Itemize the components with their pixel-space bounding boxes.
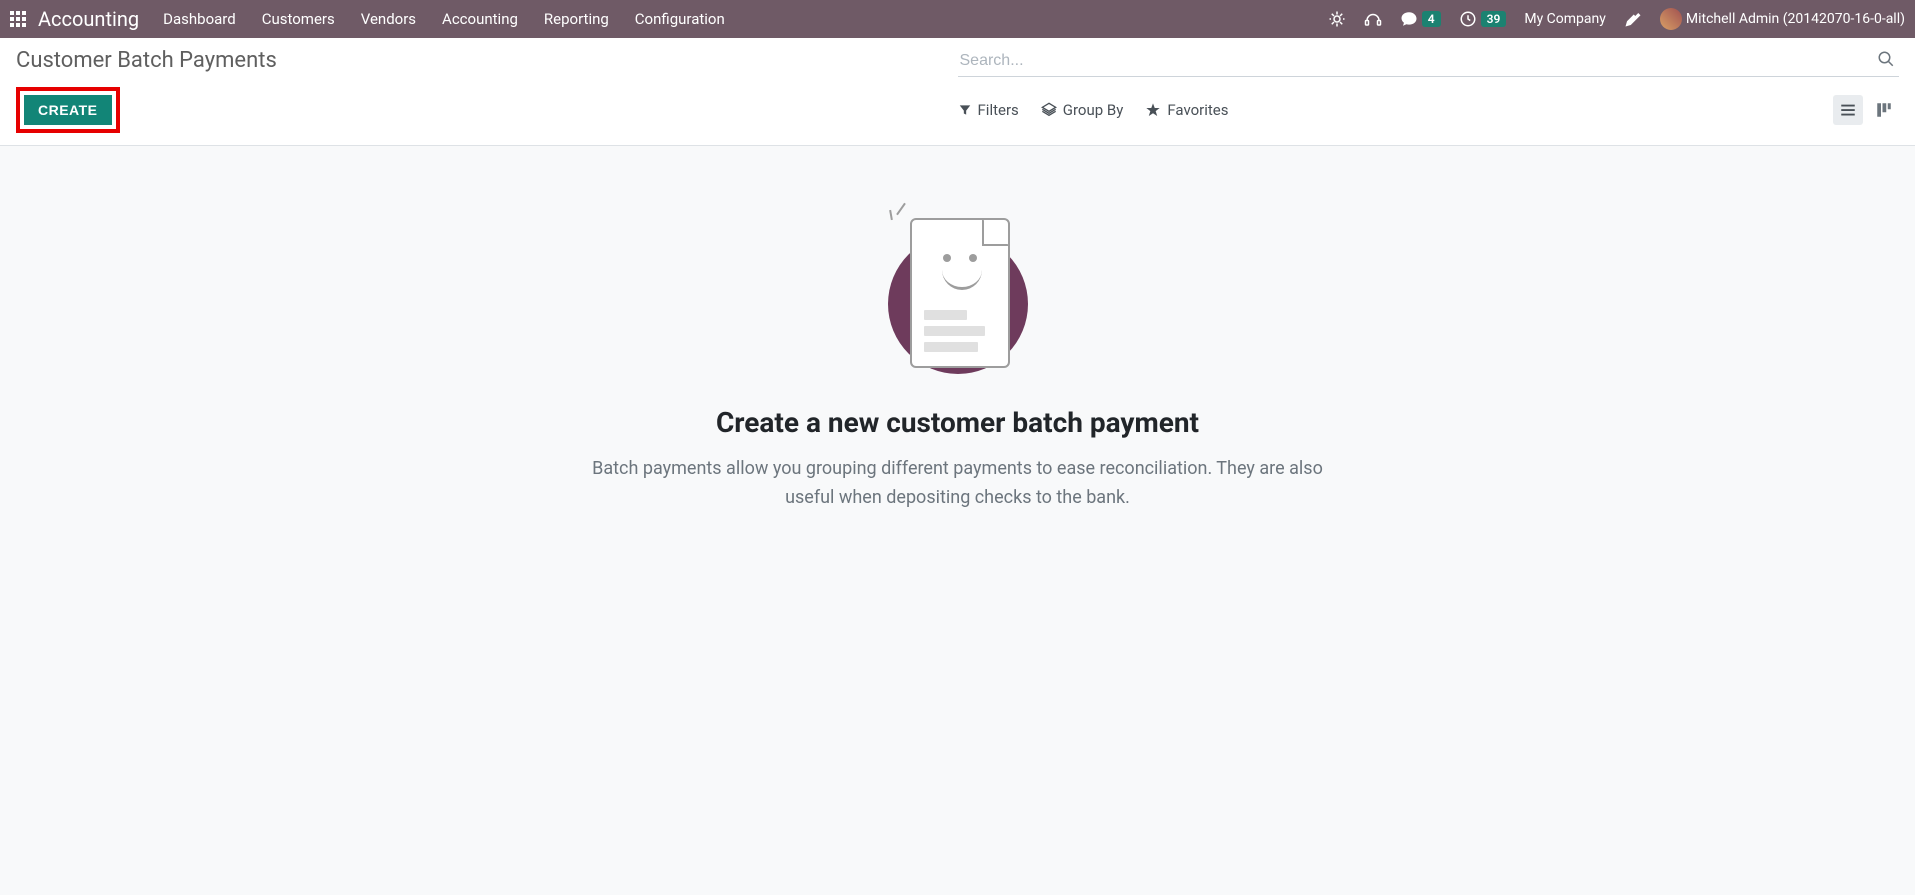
nav-customers[interactable]: Customers bbox=[262, 10, 335, 28]
app-brand[interactable]: Accounting bbox=[38, 7, 139, 31]
content-area: Create a new customer batch payment Batc… bbox=[0, 146, 1915, 573]
nav-reporting[interactable]: Reporting bbox=[544, 10, 609, 28]
user-menu[interactable]: Mitchell Admin (20142070-16-0-all) bbox=[1660, 8, 1905, 30]
list-view-button[interactable] bbox=[1833, 95, 1863, 125]
layers-icon bbox=[1041, 102, 1057, 118]
groupby-button[interactable]: Group By bbox=[1041, 101, 1124, 119]
breadcrumb: Customer Batch Payments bbox=[16, 48, 958, 77]
filter-icon bbox=[958, 103, 972, 117]
create-button[interactable]: CREATE bbox=[24, 95, 112, 125]
control-panel: Customer Batch Payments CREATE Filters G… bbox=[0, 38, 1915, 146]
highlight-annotation: CREATE bbox=[16, 87, 120, 133]
search-icon[interactable] bbox=[1877, 50, 1895, 68]
nav-accounting[interactable]: Accounting bbox=[442, 10, 518, 28]
nav-configuration[interactable]: Configuration bbox=[635, 10, 725, 28]
top-nav: Accounting Dashboard Customers Vendors A… bbox=[0, 0, 1915, 38]
view-switcher bbox=[1833, 95, 1899, 125]
search-wrap bbox=[958, 48, 1900, 77]
filters-button[interactable]: Filters bbox=[958, 101, 1019, 119]
nav-dashboard[interactable]: Dashboard bbox=[163, 10, 236, 28]
messages-icon[interactable]: 4 bbox=[1400, 10, 1441, 28]
avatar bbox=[1660, 8, 1682, 30]
nav-menu: Dashboard Customers Vendors Accounting R… bbox=[163, 10, 725, 28]
debug-icon[interactable] bbox=[1328, 10, 1346, 28]
search-options: Filters Group By Favorites bbox=[958, 101, 1229, 119]
cp-left-buttons: CREATE bbox=[16, 87, 958, 133]
company-switcher[interactable]: My Company bbox=[1524, 11, 1606, 27]
apps-icon[interactable] bbox=[10, 11, 26, 27]
search-input[interactable] bbox=[958, 48, 1900, 77]
favorites-button[interactable]: Favorites bbox=[1145, 101, 1228, 119]
activities-icon[interactable]: 39 bbox=[1459, 10, 1507, 28]
list-icon bbox=[1839, 101, 1857, 119]
nav-right: 4 39 My Company Mitchell Admin (20142070… bbox=[1328, 8, 1905, 30]
empty-title: Create a new customer batch payment bbox=[716, 406, 1199, 439]
empty-description: Batch payments allow you grouping differ… bbox=[578, 455, 1338, 513]
star-icon bbox=[1145, 102, 1161, 118]
tools-icon[interactable] bbox=[1624, 10, 1642, 28]
messages-badge: 4 bbox=[1422, 11, 1441, 27]
activities-badge: 39 bbox=[1481, 11, 1507, 27]
empty-illustration bbox=[878, 206, 1038, 386]
cp-right: Filters Group By Favorites bbox=[958, 87, 1900, 133]
support-icon[interactable] bbox=[1364, 10, 1382, 28]
kanban-view-button[interactable] bbox=[1869, 95, 1899, 125]
user-name: Mitchell Admin (20142070-16-0-all) bbox=[1686, 11, 1905, 27]
nav-vendors[interactable]: Vendors bbox=[361, 10, 416, 28]
kanban-icon bbox=[1875, 101, 1893, 119]
